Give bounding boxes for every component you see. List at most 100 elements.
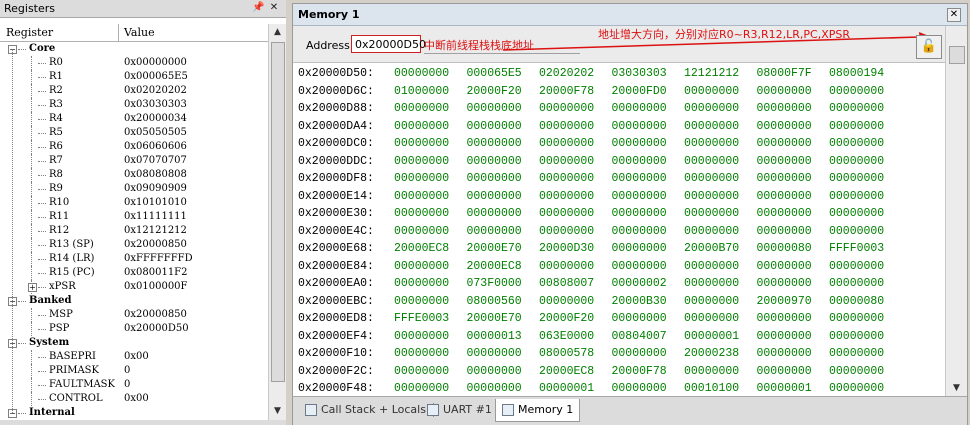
memory-word[interactable]: 00000000: [467, 363, 522, 380]
memory-word[interactable]: 00000080: [757, 240, 812, 257]
memory-word[interactable]: 01000000: [394, 83, 449, 100]
memory-row[interactable]: 0x20000DF8: 00000000 00000000 00000000 00000…: [298, 170, 938, 187]
memory-word[interactable]: 20000EC8: [467, 258, 522, 275]
tab-uart-1[interactable]: UART #1: [421, 399, 500, 421]
memory-word[interactable]: FFFF0003: [829, 240, 884, 257]
memory-word[interactable]: 00000000: [757, 83, 812, 100]
register-group-row[interactable]: − Core: [0, 42, 268, 56]
register-row[interactable]: R15 (PC) 0x080011F2: [0, 266, 268, 280]
memory-word[interactable]: 00000000: [829, 363, 884, 380]
memory-word[interactable]: 00000000: [829, 205, 884, 222]
register-row[interactable]: R1 0x000065E5: [0, 70, 268, 84]
memory-word[interactable]: 00000001: [684, 328, 739, 345]
memory-word[interactable]: 20000970: [757, 293, 812, 310]
register-group-row[interactable]: − System: [0, 336, 268, 350]
memory-word[interactable]: 00000000: [394, 188, 449, 205]
memory-word[interactable]: 00000001: [757, 380, 812, 396]
memory-word[interactable]: 00000000: [467, 170, 522, 187]
register-row[interactable]: R9 0x09090909: [0, 182, 268, 196]
memory-word[interactable]: 20000D30: [539, 240, 594, 257]
memory-word[interactable]: 00000002: [612, 275, 667, 292]
memory-word[interactable]: 00000000: [684, 223, 739, 240]
memory-word[interactable]: 00000000: [757, 345, 812, 362]
tab-memory-1[interactable]: Memory 1: [495, 399, 581, 422]
memory-word[interactable]: 00000000: [829, 328, 884, 345]
memory-word[interactable]: 00000000: [829, 153, 884, 170]
memory-word[interactable]: 20000E70: [467, 310, 522, 327]
register-row[interactable]: PSP 0x20000D50: [0, 322, 268, 336]
memory-word[interactable]: 20000E70: [467, 240, 522, 257]
memory-word[interactable]: 00000000: [539, 170, 594, 187]
memory-word[interactable]: 00000000: [467, 188, 522, 205]
register-row[interactable]: CONTROL 0x00: [0, 392, 268, 406]
memory-word[interactable]: 00000000: [394, 223, 449, 240]
memory-word[interactable]: 00000000: [539, 118, 594, 135]
memory-word[interactable]: 00010100: [684, 380, 739, 396]
address-input[interactable]: 0x20000D50: [351, 35, 426, 53]
register-group-row[interactable]: − Internal: [0, 406, 268, 420]
memory-word[interactable]: 00000000: [757, 188, 812, 205]
register-value[interactable]: 0x07070707: [124, 154, 187, 168]
column-divider[interactable]: [118, 24, 119, 41]
scroll-thumb[interactable]: [271, 42, 285, 382]
memory-word[interactable]: 20000F78: [612, 363, 667, 380]
memory-word[interactable]: 00000080: [829, 293, 884, 310]
memory-word[interactable]: 00000000: [539, 258, 594, 275]
memory-word[interactable]: 00000000: [829, 100, 884, 117]
memory-row[interactable]: 0x20000ED8: FFFE0003 20000E70 20000F20 00000…: [298, 310, 938, 327]
memory-row[interactable]: 0x20000E68: 20000EC8 20000E70 20000D30 00000…: [298, 240, 938, 257]
memory-word[interactable]: 03030303: [612, 65, 667, 82]
memory-word[interactable]: 00000000: [612, 380, 667, 396]
close-icon[interactable]: ✕: [947, 8, 961, 22]
expand-icon[interactable]: +: [28, 283, 37, 292]
memory-word[interactable]: 00000000: [612, 345, 667, 362]
memory-word[interactable]: 00000000: [757, 170, 812, 187]
memory-word[interactable]: 00000000: [684, 170, 739, 187]
register-value[interactable]: 0x12121212: [124, 224, 187, 238]
memory-word[interactable]: 00000000: [757, 118, 812, 135]
memory-word[interactable]: 00000000: [612, 118, 667, 135]
memory-word[interactable]: 20000EC8: [539, 363, 594, 380]
memory-word[interactable]: 00000000: [829, 223, 884, 240]
memory-word[interactable]: 00000000: [394, 135, 449, 152]
register-value[interactable]: 0x10101010: [124, 196, 187, 210]
memory-word[interactable]: 00000000: [612, 170, 667, 187]
memory-row[interactable]: 0x20000E84: 00000000 20000EC8 00000000 00000…: [298, 258, 938, 275]
memory-word[interactable]: 00000000: [829, 345, 884, 362]
register-value[interactable]: 0x03030303: [124, 98, 187, 112]
register-value[interactable]: 0: [124, 378, 130, 392]
register-row[interactable]: + xPSR 0x0100000F: [0, 280, 268, 294]
registers-horizontal-scrollbar[interactable]: [0, 420, 286, 425]
memory-word[interactable]: 02020202: [539, 65, 594, 82]
memory-word[interactable]: 12121212: [684, 65, 739, 82]
close-icon[interactable]: ✕: [268, 2, 280, 14]
memory-word[interactable]: 00000000: [684, 363, 739, 380]
memory-word[interactable]: 00000000: [757, 153, 812, 170]
memory-word[interactable]: 00000000: [394, 118, 449, 135]
memory-row[interactable]: 0x20000EBC: 00000000 08000560 00000000 20000…: [298, 293, 938, 310]
memory-word[interactable]: 00000000: [539, 135, 594, 152]
register-row[interactable]: R6 0x06060606: [0, 140, 268, 154]
memory-word[interactable]: 00000000: [539, 293, 594, 310]
memory-word[interactable]: 00000000: [829, 135, 884, 152]
register-value[interactable]: 0x0100000F: [124, 280, 187, 294]
memory-word[interactable]: 00000000: [684, 100, 739, 117]
memory-word[interactable]: 00000000: [757, 205, 812, 222]
memory-word[interactable]: 00000000: [829, 118, 884, 135]
memory-word[interactable]: 00000000: [467, 153, 522, 170]
register-row[interactable]: R12 0x12121212: [0, 224, 268, 238]
memory-word[interactable]: 00000000: [394, 293, 449, 310]
scroll-down-arrow-icon[interactable]: ▼: [269, 403, 286, 420]
register-value[interactable]: 0: [124, 364, 130, 378]
register-row[interactable]: R14 (LR) 0xFFFFFFFD: [0, 252, 268, 266]
memory-word[interactable]: 00000000: [612, 240, 667, 257]
memory-word[interactable]: 00000000: [467, 345, 522, 362]
memory-word[interactable]: 00000000: [612, 205, 667, 222]
memory-word[interactable]: 20000F20: [467, 83, 522, 100]
memory-row[interactable]: 0x20000D88: 00000000 00000000 00000000 00000…: [298, 100, 938, 117]
register-value[interactable]: 0x02020202: [124, 84, 187, 98]
register-row[interactable]: R7 0x07070707: [0, 154, 268, 168]
memory-word[interactable]: 00000000: [757, 310, 812, 327]
memory-word[interactable]: 08000578: [539, 345, 594, 362]
register-row[interactable]: R4 0x20000034: [0, 112, 268, 126]
